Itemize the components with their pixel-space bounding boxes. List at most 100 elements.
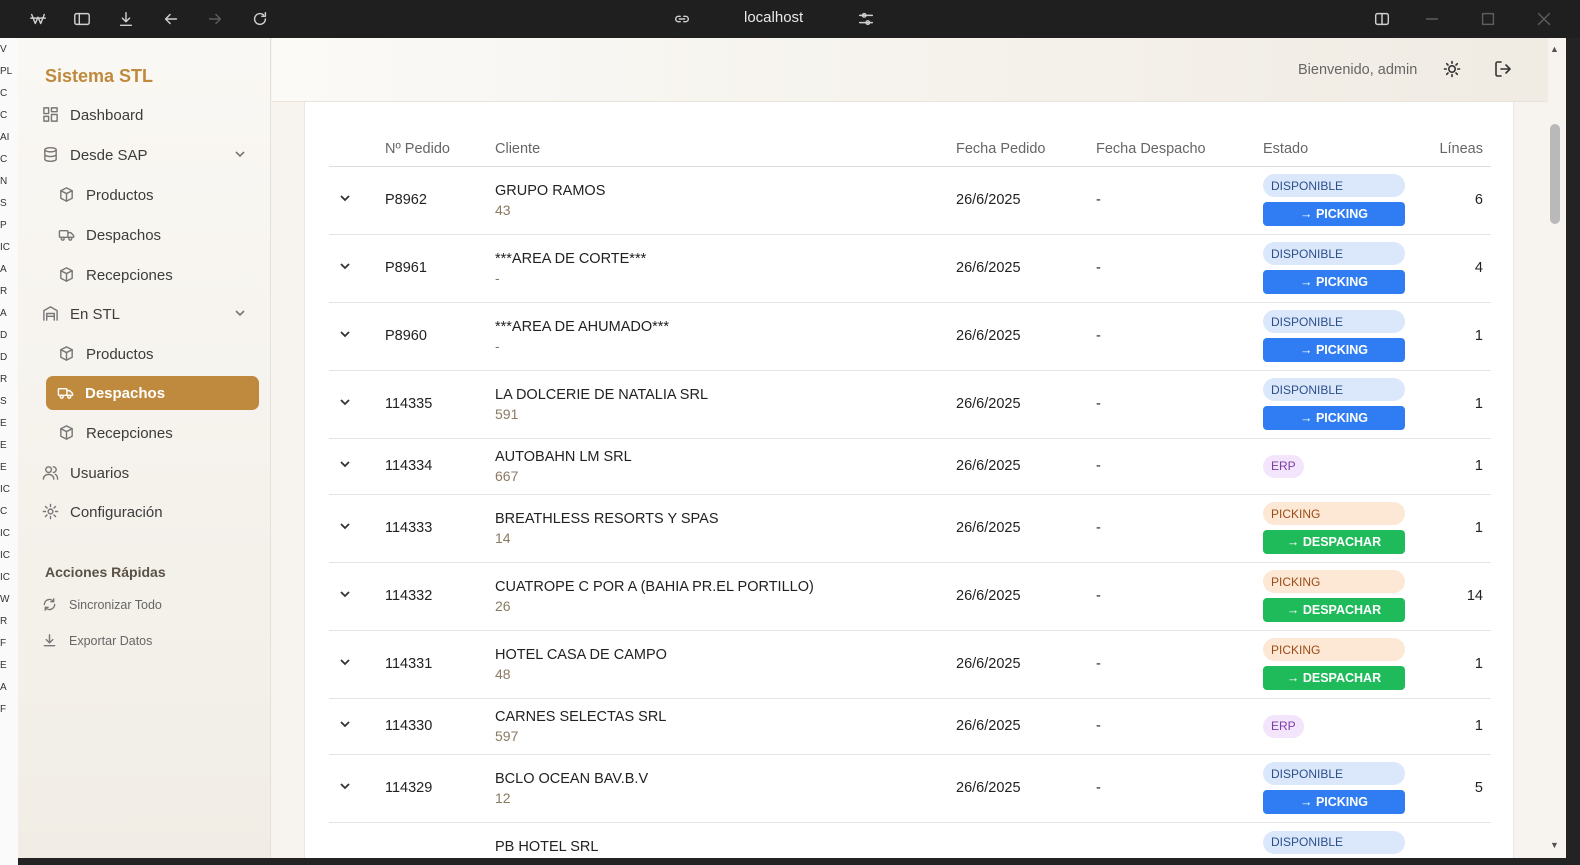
expand-row-cell[interactable] — [329, 438, 385, 495]
table-row[interactable]: 114330 CARNES SELECTAS SRL 597 26/6/2025- ER… — [329, 698, 1491, 755]
table-row[interactable]: P8960 ***AREA DE AHUMADO*** -26/6/2025- DIS… — [329, 302, 1491, 371]
column-header-cliente[interactable]: Cliente — [495, 130, 956, 167]
site-settings-icon[interactable] — [856, 9, 876, 29]
sidebar-item-stl-productos[interactable]: Productos — [58, 337, 258, 371]
browser-logo-icon[interactable] — [28, 9, 48, 29]
chevron-down-icon[interactable] — [337, 586, 353, 602]
chevron-down-icon[interactable] — [337, 394, 353, 410]
export-data-button[interactable]: Exportar Datos — [42, 633, 152, 649]
to-despachar-button[interactable]: → DESPACHAR — [1263, 598, 1405, 622]
sidebar-item-label: Despachos — [86, 226, 162, 244]
column-header-estado[interactable]: Estado — [1263, 130, 1423, 167]
table-row[interactable]: 114333 BREATHLESS RESORTS Y SPAS 14 26/6/20… — [329, 494, 1491, 563]
expand-row-cell[interactable] — [329, 630, 385, 699]
sidebar-item-en-stl[interactable]: En STL — [42, 297, 258, 331]
lineas-cell: 1 — [1423, 698, 1491, 755]
to-picking-button[interactable]: → PICKING — [1263, 270, 1405, 294]
scroll-up-arrow[interactable]: ▲ — [1550, 44, 1562, 54]
sidebar-item-stl-despachos[interactable]: Despachos — [46, 376, 259, 410]
sidebar-item-desde-sap[interactable]: Desde SAP — [42, 138, 258, 172]
chevron-down-icon[interactable] — [337, 190, 353, 206]
estado-cell: DISPONIBLE → PICKING — [1263, 234, 1423, 303]
column-header-fecha-despacho[interactable]: Fecha Despacho — [1096, 130, 1263, 167]
column-header-pedido[interactable]: Nº Pedido — [385, 130, 495, 167]
expand-row-cell[interactable] — [329, 234, 385, 303]
expand-row-cell[interactable] — [329, 302, 385, 371]
background-text: IC — [0, 242, 10, 253]
to-despachar-button[interactable]: → DESPACHAR — [1263, 666, 1405, 690]
expand-row-cell[interactable] — [329, 494, 385, 563]
column-header-lineas[interactable]: Líneas — [1423, 130, 1491, 167]
estado-cell: PICKING → DESPACHAR — [1263, 562, 1423, 631]
theme-toggle-icon[interactable] — [1443, 60, 1463, 80]
table-row[interactable]: 114335 LA DOLCERIE DE NATALIA SRL 591 26/6/… — [329, 370, 1491, 439]
chevron-down-icon[interactable] — [232, 146, 248, 162]
minimize-icon[interactable] — [1422, 9, 1442, 29]
table-row[interactable]: 114329 BCLO OCEAN BAV.B.V 12 26/6/2025- DISP… — [329, 754, 1491, 823]
reload-icon[interactable] — [250, 9, 270, 29]
client-code: 48 — [495, 665, 511, 682]
chevron-down-icon[interactable] — [337, 518, 353, 534]
database-icon — [42, 146, 60, 164]
to-picking-button[interactable]: → PICKING — [1263, 790, 1405, 814]
table-row[interactable]: 114331 HOTEL CASA DE CAMPO 48 26/6/2025- PIC… — [329, 630, 1491, 699]
chevron-down-icon[interactable] — [232, 305, 248, 321]
address-bar[interactable]: localhost — [744, 9, 803, 26]
sidebar-item-configuracion[interactable]: Configuración — [42, 495, 258, 529]
logout-icon[interactable] — [1494, 60, 1514, 80]
expand-row-cell[interactable] — [329, 370, 385, 439]
column-header-fecha-pedido[interactable]: Fecha Pedido — [956, 130, 1096, 167]
client-name: GRUPO RAMOS — [495, 182, 606, 199]
box-icon — [58, 424, 76, 442]
table-row[interactable]: 114334 AUTOBAHN LM SRL 667 26/6/2025- ERP 1 — [329, 438, 1491, 495]
box-icon — [58, 186, 76, 204]
sidebar-item-sap-recepciones[interactable]: Recepciones — [58, 258, 258, 292]
background-text: IC — [0, 528, 10, 539]
lineas-cell: 1 — [1423, 370, 1491, 439]
to-despachar-button[interactable]: → DESPACHAR — [1263, 530, 1405, 554]
split-view-icon[interactable] — [1372, 9, 1392, 29]
maximize-icon[interactable] — [1478, 9, 1498, 29]
page-scrollbar[interactable]: ▲ ▼ — [1548, 38, 1566, 858]
chevron-down-icon[interactable] — [337, 716, 353, 732]
expand-row-cell[interactable] — [329, 822, 385, 858]
gear-icon — [42, 503, 60, 521]
status-badge: DISPONIBLE — [1263, 762, 1405, 785]
pedido-cell: P8960 — [385, 302, 495, 371]
table-row[interactable]: 114332 CUATROPE C POR A (BAHIA PR.EL PORT… — [329, 562, 1491, 631]
sidebar-item-sap-despachos[interactable]: Despachos — [58, 218, 258, 252]
table-row[interactable]: P8962 GRUPO RAMOS 43 26/6/2025- DISPONIBLE → … — [329, 166, 1491, 235]
sidebar-item-sap-productos[interactable]: Productos — [58, 178, 258, 212]
background-text: S — [0, 396, 7, 407]
table-row[interactable]: P8961 ***AREA DE CORTE*** -26/6/2025- DISPO… — [329, 234, 1491, 303]
expand-row-cell[interactable] — [329, 166, 385, 235]
expand-row-cell[interactable] — [329, 754, 385, 823]
link-icon[interactable] — [672, 9, 692, 29]
chevron-down-icon[interactable] — [337, 778, 353, 794]
chevron-down-icon[interactable] — [337, 654, 353, 670]
sidebar-toggle-icon[interactable] — [72, 9, 92, 29]
chevron-down-icon[interactable] — [337, 456, 353, 472]
back-icon[interactable] — [161, 9, 181, 29]
chevron-down-icon[interactable] — [337, 326, 353, 342]
sidebar-item-stl-recepciones[interactable]: Recepciones — [58, 416, 258, 450]
expand-row-cell[interactable] — [329, 562, 385, 631]
pedido-cell: 114330 — [385, 698, 495, 755]
to-picking-button[interactable]: → PICKING — [1263, 338, 1405, 362]
background-text: A — [0, 264, 7, 275]
scroll-down-arrow[interactable]: ▼ — [1550, 840, 1562, 850]
download-icon[interactable] — [116, 9, 136, 29]
to-picking-button[interactable]: → PICKING — [1263, 202, 1405, 226]
sync-all-button[interactable]: Sincronizar Todo — [42, 597, 162, 613]
close-window-icon[interactable] — [1534, 9, 1554, 29]
cliente-cell: CUATROPE C POR A (BAHIA PR.EL PORTILLO) 2… — [495, 562, 956, 631]
forward-icon[interactable] — [205, 9, 225, 29]
expand-row-cell[interactable] — [329, 698, 385, 755]
table-row[interactable]: PB HOTEL SRL DISPONIBLE — [329, 822, 1491, 858]
scrollbar-thumb[interactable] — [1550, 124, 1560, 224]
chevron-down-icon[interactable] — [337, 258, 353, 274]
sidebar-item-usuarios[interactable]: Usuarios — [42, 456, 258, 490]
lineas-cell: 6 — [1423, 166, 1491, 235]
sidebar-item-dashboard[interactable]: Dashboard — [42, 98, 258, 132]
to-picking-button[interactable]: → PICKING — [1263, 406, 1405, 430]
